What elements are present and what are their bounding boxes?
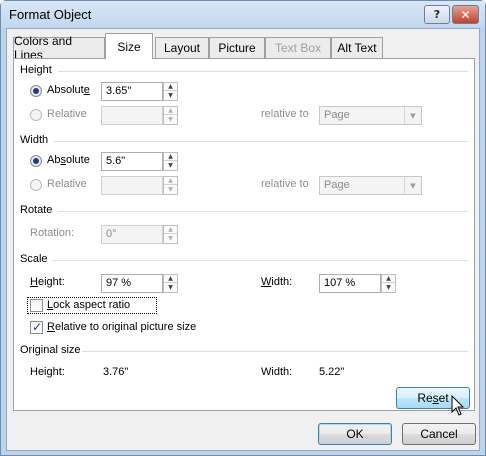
ok-label: OK bbox=[346, 427, 364, 441]
height-relative-spinner: ▲ ▼ bbox=[163, 106, 178, 125]
height-section-title: Height bbox=[20, 64, 52, 76]
relative-original-size-label: Relative to original picture size bbox=[47, 321, 197, 333]
tab-text-box: Text Box bbox=[265, 37, 331, 58]
original-width-label: Width: bbox=[261, 366, 293, 378]
divider bbox=[54, 141, 468, 142]
spin-up-icon[interactable]: ▲ bbox=[164, 153, 177, 161]
original-size-section-title: Original size bbox=[20, 344, 81, 356]
width-relative-label: Relative bbox=[47, 178, 87, 190]
dialog-body: Colors and Lines Size Layout Picture Tex… bbox=[6, 28, 480, 451]
height-relative-to-select: Page ▼ bbox=[319, 106, 422, 125]
mouse-cursor-icon bbox=[451, 395, 465, 416]
width-relative-radio bbox=[30, 179, 42, 191]
title-bar[interactable]: Format Object ? ✕ bbox=[1, 1, 485, 28]
chevron-down-icon: ▼ bbox=[404, 177, 421, 194]
tab-label: Text Box bbox=[274, 41, 322, 55]
tab-label: Layout bbox=[163, 41, 201, 55]
original-height-label: Height: bbox=[30, 366, 65, 378]
height-relative-label: Relative bbox=[47, 108, 87, 120]
divider bbox=[58, 71, 468, 72]
tab-label: Size bbox=[117, 39, 141, 54]
original-height-value: 3.76" bbox=[103, 366, 129, 378]
width-absolute-spinner[interactable]: ▲ ▼ bbox=[163, 152, 178, 171]
lock-aspect-ratio-label: Lock aspect ratio bbox=[47, 299, 131, 311]
spin-down-icon: ▼ bbox=[168, 116, 173, 123]
tab-size[interactable]: Size bbox=[105, 33, 153, 59]
rotate-section-title: Rotate bbox=[20, 204, 53, 216]
spin-up-icon[interactable]: ▲ bbox=[164, 83, 177, 91]
height-absolute-input[interactable]: 3.65" bbox=[101, 82, 163, 101]
scale-width-spinner[interactable]: ▲ ▼ bbox=[381, 274, 396, 293]
reset-label: Reset bbox=[417, 391, 449, 405]
close-button[interactable]: ✕ bbox=[452, 5, 479, 24]
tab-label: Picture bbox=[218, 41, 256, 55]
rotation-spinner: ▲ ▼ bbox=[163, 225, 178, 244]
height-absolute-label: Absolute bbox=[47, 84, 90, 96]
spin-up-icon: ▲ bbox=[164, 107, 177, 115]
scale-height-spinner[interactable]: ▲ ▼ bbox=[163, 274, 178, 293]
original-width-value: 5.22" bbox=[319, 366, 345, 378]
help-button[interactable]: ? bbox=[424, 5, 450, 24]
tab-picture[interactable]: Picture bbox=[209, 37, 265, 58]
scale-height-input[interactable]: 97 % bbox=[101, 274, 163, 293]
spin-up-icon: ▲ bbox=[164, 226, 177, 234]
spin-down-icon: ▼ bbox=[168, 235, 173, 242]
select-value: Page bbox=[324, 179, 350, 191]
cancel-button[interactable]: Cancel bbox=[402, 423, 476, 445]
width-relative-spinner: ▲ ▼ bbox=[163, 176, 178, 195]
size-tab-panel: Height Absolute 3.65" ▲ ▼ Relative ▲ ▼ r… bbox=[13, 58, 475, 411]
help-icon: ? bbox=[433, 8, 441, 21]
relative-original-size-checkbox[interactable] bbox=[30, 320, 43, 334]
scale-height-label: Height: bbox=[30, 276, 65, 288]
scale-width-label: Width: bbox=[261, 276, 293, 288]
spin-up-icon: ▲ bbox=[164, 177, 177, 185]
width-relative-to-label: relative to bbox=[261, 178, 309, 190]
ok-button[interactable]: OK bbox=[318, 423, 392, 445]
spin-up-icon[interactable]: ▲ bbox=[164, 275, 177, 283]
spin-down-icon[interactable]: ▼ bbox=[382, 284, 395, 292]
tab-layout[interactable]: Layout bbox=[155, 37, 209, 58]
spin-down-icon[interactable]: ▼ bbox=[164, 284, 177, 292]
height-relative-to-label: relative to bbox=[261, 108, 309, 120]
rotation-input: 0° bbox=[101, 225, 163, 244]
spin-down-icon[interactable]: ▼ bbox=[164, 162, 177, 170]
rotation-label: Rotation: bbox=[30, 227, 75, 239]
scale-width-input[interactable]: 107 % bbox=[319, 274, 381, 293]
tab-label: Alt Text bbox=[337, 41, 377, 55]
tab-colors-and-lines[interactable]: Colors and Lines bbox=[13, 34, 105, 62]
height-relative-radio bbox=[30, 109, 42, 121]
close-icon: ✕ bbox=[460, 7, 471, 22]
height-absolute-spinner[interactable]: ▲ ▼ bbox=[163, 82, 178, 101]
scale-section-title: Scale bbox=[20, 253, 48, 265]
height-absolute-radio[interactable] bbox=[30, 85, 42, 97]
width-relative-input bbox=[101, 176, 163, 195]
spin-down-icon: ▼ bbox=[168, 186, 173, 193]
spin-up-icon[interactable]: ▲ bbox=[382, 275, 395, 283]
spin-down-icon[interactable]: ▼ bbox=[164, 92, 177, 100]
width-relative-to-select: Page ▼ bbox=[319, 176, 422, 195]
tab-alt-text[interactable]: Alt Text bbox=[331, 37, 383, 58]
select-value: Page bbox=[324, 109, 350, 121]
cancel-label: Cancel bbox=[420, 427, 458, 441]
width-absolute-input[interactable]: 5.6" bbox=[101, 152, 163, 171]
divider bbox=[82, 351, 468, 352]
width-section-title: Width bbox=[20, 134, 49, 146]
height-relative-input bbox=[101, 106, 163, 125]
width-absolute-label: Absolute bbox=[47, 154, 90, 166]
chevron-down-icon: ▼ bbox=[404, 107, 421, 124]
divider bbox=[52, 260, 468, 261]
divider bbox=[58, 211, 468, 212]
width-absolute-radio[interactable] bbox=[30, 155, 42, 167]
dialog-title: Format Object bbox=[9, 7, 92, 22]
format-object-dialog: Format Object ? ✕ Colors and Lines Size … bbox=[0, 0, 486, 456]
lock-aspect-ratio-checkbox[interactable] bbox=[30, 299, 43, 312]
